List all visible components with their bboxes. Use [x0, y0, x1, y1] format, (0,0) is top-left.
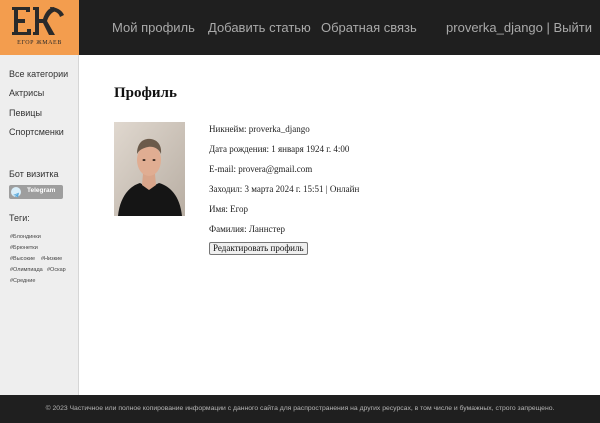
edit-profile-button[interactable]: Редактировать профиль — [209, 242, 308, 255]
tags-heading: Теги: — [9, 213, 30, 223]
bot-heading: Бот визитка — [9, 169, 59, 179]
sidebar-item-singers[interactable]: Певицы — [9, 108, 42, 118]
tag-oscar[interactable]: #Оскар — [47, 267, 66, 273]
profile-last-name: Фамилия: Ланнстер — [209, 224, 285, 234]
site-header: ЕГОР ЖМАЕВ Мой профиль Добавить статью О… — [0, 0, 600, 55]
tag-average[interactable]: #Средние — [10, 278, 35, 284]
logo-subtitle: ЕГОР ЖМАЕВ — [17, 40, 62, 46]
profile-birthdate: Дата рождения: 1 января 1924 г. 4:00 — [209, 144, 350, 154]
logout-link[interactable]: Выйти — [554, 20, 593, 35]
tag-blondes[interactable]: #Блондинки — [10, 234, 41, 240]
sidebar-item-actresses[interactable]: Актрисы — [9, 88, 44, 98]
avatar-photo — [114, 122, 185, 216]
telegram-icon — [11, 187, 21, 198]
tag-tall[interactable]: #Высокие — [10, 256, 35, 262]
status-badge: Онлайн — [329, 184, 360, 194]
footer-copyright: © 2023 Частичное или полное копирование … — [45, 405, 555, 412]
page-title: Профиль — [114, 85, 177, 101]
sidebar: Все категории Актрисы Певицы Спортсменки… — [0, 55, 79, 395]
user-menu: proverka_django | Выйти — [446, 20, 592, 35]
tag-olympics[interactable]: #Олимпиада — [10, 267, 43, 273]
avatar — [114, 122, 185, 216]
sidebar-item-all-categories[interactable]: Все категории — [9, 69, 68, 79]
user-separator: | — [542, 20, 554, 35]
site-logo[interactable]: ЕГОР ЖМАЕВ — [0, 0, 79, 55]
profile-nickname: Никнейм: proverka_django — [209, 124, 310, 134]
profile-last-seen: Заходил: 3 марта 2024 г. 15:51 — [209, 184, 324, 194]
site-footer: © 2023 Частичное или полное копирование … — [0, 395, 600, 423]
username-link[interactable]: proverka_django — [446, 20, 543, 35]
profile-email: E-mail: provera@gmail.com — [209, 164, 313, 174]
logo-monogram — [12, 7, 64, 35]
telegram-label: Telegram — [27, 187, 56, 194]
profile-first-name: Имя: Егор — [209, 204, 249, 214]
nav-my-profile[interactable]: Мой профиль — [112, 20, 195, 35]
telegram-button[interactable]: Telegram — [9, 185, 63, 199]
nav-feedback[interactable]: Обратная связь — [321, 20, 417, 35]
profile-last-seen-row: Заходил: 3 марта 2024 г. 15:51 | Онлайн — [209, 184, 359, 194]
nav-add-article[interactable]: Добавить статью — [208, 20, 311, 35]
tag-brunettes[interactable]: #Брюнетки — [10, 245, 38, 251]
tag-short[interactable]: #Низкие — [41, 256, 62, 262]
sidebar-item-sportswomen[interactable]: Спортсменки — [9, 127, 64, 137]
